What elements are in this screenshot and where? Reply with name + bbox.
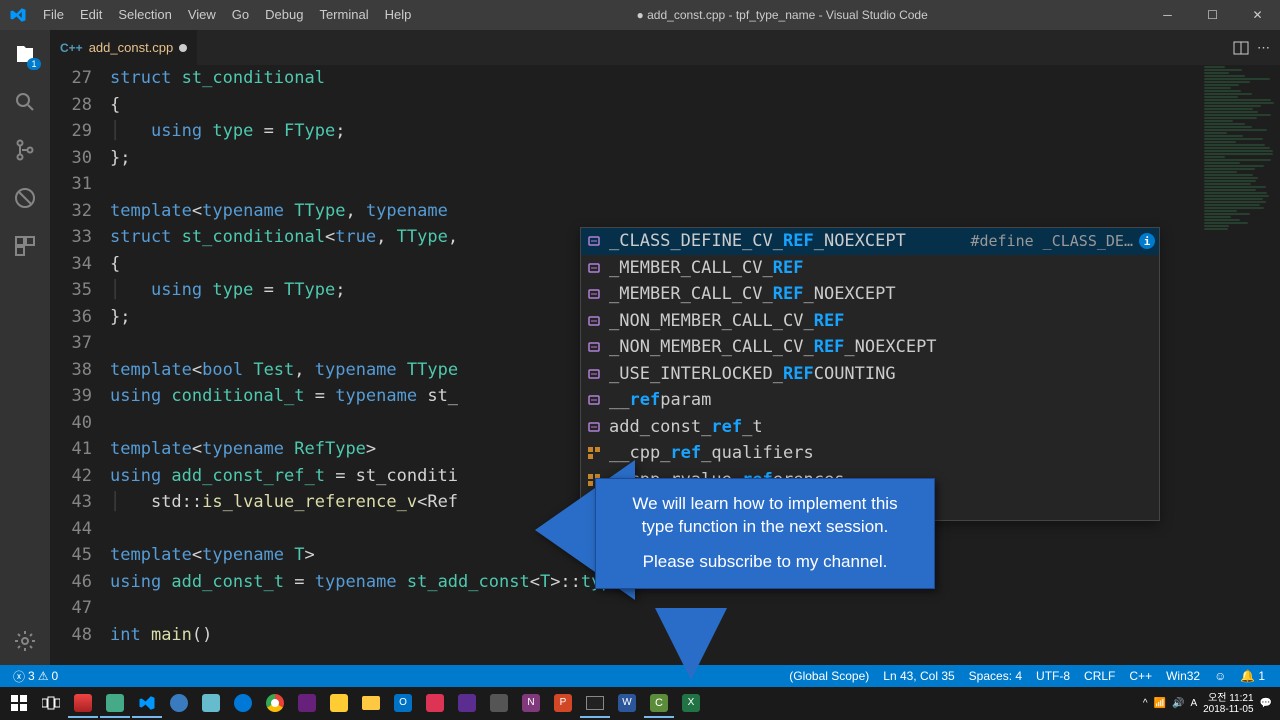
bell-icon: 🔔 (1240, 669, 1255, 683)
status-notifications[interactable]: 🔔1 (1233, 669, 1272, 683)
editor-tab[interactable]: C++ add_const.cpp (50, 30, 198, 65)
status-indentation[interactable]: Spaces: 4 (962, 669, 1029, 683)
menu-item-terminal[interactable]: Terminal (311, 0, 376, 30)
menu-item-file[interactable]: File (35, 0, 72, 30)
intellisense-popup[interactable]: _CLASS_DEFINE_CV_REF_NOEXCEPT#define _CL… (580, 227, 1160, 521)
minimize-button[interactable]: ─ (1145, 0, 1190, 30)
menu-item-help[interactable]: Help (377, 0, 420, 30)
status-feedback-icon[interactable]: ☺ (1207, 669, 1233, 683)
suggest-item[interactable]: _NON_MEMBER_CALL_CV_REF_NOEXCEPT (581, 334, 1159, 361)
window-controls: ─ ☐ ✕ (1145, 0, 1280, 30)
menu-item-view[interactable]: View (180, 0, 224, 30)
menu-item-edit[interactable]: Edit (72, 0, 110, 30)
task-word[interactable]: W (612, 690, 642, 718)
close-button[interactable]: ✕ (1235, 0, 1280, 30)
task-edge[interactable] (228, 690, 258, 718)
line-number-gutter: 2728293031323334353637383940414243444546… (50, 65, 110, 665)
error-icon: ⓧ (13, 668, 25, 685)
maximize-button[interactable]: ☐ (1190, 0, 1235, 30)
windows-taskbar: O N P W C X ^ 📶 🔊 A 오전 11:21 2018-11-05 … (0, 687, 1280, 720)
explorer-badge: 1 (27, 58, 41, 70)
tray-network-icon[interactable]: 📶 (1154, 698, 1166, 709)
editor-area: C++ add_const.cpp ⋯ 27282930313233343536… (50, 30, 1280, 665)
tray-notifications-icon[interactable]: 💬 (1260, 698, 1272, 709)
task-visualstudio[interactable] (292, 690, 322, 718)
search-icon[interactable] (11, 88, 39, 116)
task-chrome[interactable] (260, 690, 290, 718)
task-terminal[interactable] (580, 690, 610, 718)
extensions-icon[interactable] (11, 232, 39, 260)
status-cursor-position[interactable]: Ln 43, Col 35 (876, 669, 961, 683)
activity-bar: 1 (0, 30, 50, 665)
source-control-icon[interactable] (11, 136, 39, 164)
tray-clock[interactable]: 오전 11:21 2018-11-05 (1203, 693, 1253, 715)
tab-filename: add_const.cpp (89, 40, 174, 55)
task-app-1[interactable] (68, 690, 98, 718)
window-title: ● add_const.cpp - tpf_type_name - Visual… (419, 8, 1145, 22)
status-eol[interactable]: CRLF (1077, 669, 1122, 683)
task-app-7[interactable] (484, 690, 514, 718)
tab-bar: C++ add_const.cpp ⋯ (50, 30, 1280, 65)
start-button[interactable] (4, 690, 34, 718)
menu-item-selection[interactable]: Selection (110, 0, 179, 30)
status-bar: ⓧ3 ⚠0 (Global Scope) Ln 43, Col 35 Space… (0, 665, 1280, 687)
suggest-item[interactable]: _MEMBER_CALL_CV_REF_NOEXCEPT (581, 281, 1159, 308)
suggest-item[interactable]: __cpp_ref_qualifiers (581, 440, 1159, 467)
debug-icon[interactable] (11, 184, 39, 212)
warning-icon: ⚠ (38, 669, 49, 683)
task-app-3[interactable] (164, 690, 194, 718)
cpp-file-icon: C++ (60, 41, 83, 55)
menu-item-go[interactable]: Go (224, 0, 257, 30)
tray-chevron-up-icon[interactable]: ^ (1143, 698, 1148, 709)
task-explorer[interactable] (356, 690, 386, 718)
suggest-item[interactable]: _MEMBER_CALL_CV_REF (581, 255, 1159, 282)
task-powerpoint[interactable]: P (548, 690, 578, 718)
menu-bar: FileEditSelectionViewGoDebugTerminalHelp (35, 0, 419, 30)
status-scope[interactable]: (Global Scope) (782, 669, 876, 683)
suggest-info-icon[interactable]: i (1139, 233, 1155, 249)
annotation-callout: We will learn how to implement this type… (595, 478, 935, 589)
status-errors[interactable]: ⓧ3 ⚠0 (8, 668, 63, 685)
minimap[interactable] (1200, 65, 1280, 665)
editor-toolbar: ⋯ (1233, 30, 1280, 65)
tray-ime-icon[interactable]: A (1190, 698, 1197, 709)
suggest-item[interactable]: _NON_MEMBER_CALL_CV_REF (581, 308, 1159, 335)
menu-item-debug[interactable]: Debug (257, 0, 311, 30)
suggest-item[interactable]: _USE_INTERLOCKED_REFCOUNTING (581, 361, 1159, 388)
status-language[interactable]: C++ (1122, 669, 1159, 683)
status-encoding[interactable]: UTF-8 (1029, 669, 1077, 683)
task-outlook[interactable]: O (388, 690, 418, 718)
suggest-item[interactable]: _CLASS_DEFINE_CV_REF_NOEXCEPT#define _CL… (581, 228, 1159, 255)
task-onenote[interactable]: N (516, 690, 546, 718)
unsaved-indicator-icon (179, 44, 187, 52)
explorer-icon[interactable]: 1 (11, 40, 39, 68)
system-tray[interactable]: ^ 📶 🔊 A 오전 11:21 2018-11-05 💬 (1143, 693, 1276, 715)
more-actions-icon[interactable]: ⋯ (1257, 40, 1270, 56)
split-editor-icon[interactable] (1233, 40, 1249, 56)
task-app-5[interactable] (324, 690, 354, 718)
suggest-item[interactable]: add_const_ref_t (581, 414, 1159, 441)
status-build-target[interactable]: Win32 (1159, 669, 1207, 683)
task-app-4[interactable] (196, 690, 226, 718)
taskview-icon[interactable] (36, 690, 66, 718)
vscode-logo-icon (0, 6, 35, 24)
task-camtasia[interactable]: C (644, 690, 674, 718)
task-app-2[interactable] (100, 690, 130, 718)
suggest-item[interactable]: __refparam (581, 387, 1159, 414)
task-app-6[interactable] (420, 690, 450, 718)
task-vscode[interactable] (132, 690, 162, 718)
callout-text-2: Please subscribe to my channel. (616, 551, 914, 574)
tray-volume-icon[interactable]: 🔊 (1172, 698, 1184, 709)
task-vs2[interactable] (452, 690, 482, 718)
task-excel[interactable]: X (676, 690, 706, 718)
settings-gear-icon[interactable] (11, 627, 39, 655)
title-bar: FileEditSelectionViewGoDebugTerminalHelp… (0, 0, 1280, 30)
callout-text-1: We will learn how to implement this type… (616, 493, 914, 539)
